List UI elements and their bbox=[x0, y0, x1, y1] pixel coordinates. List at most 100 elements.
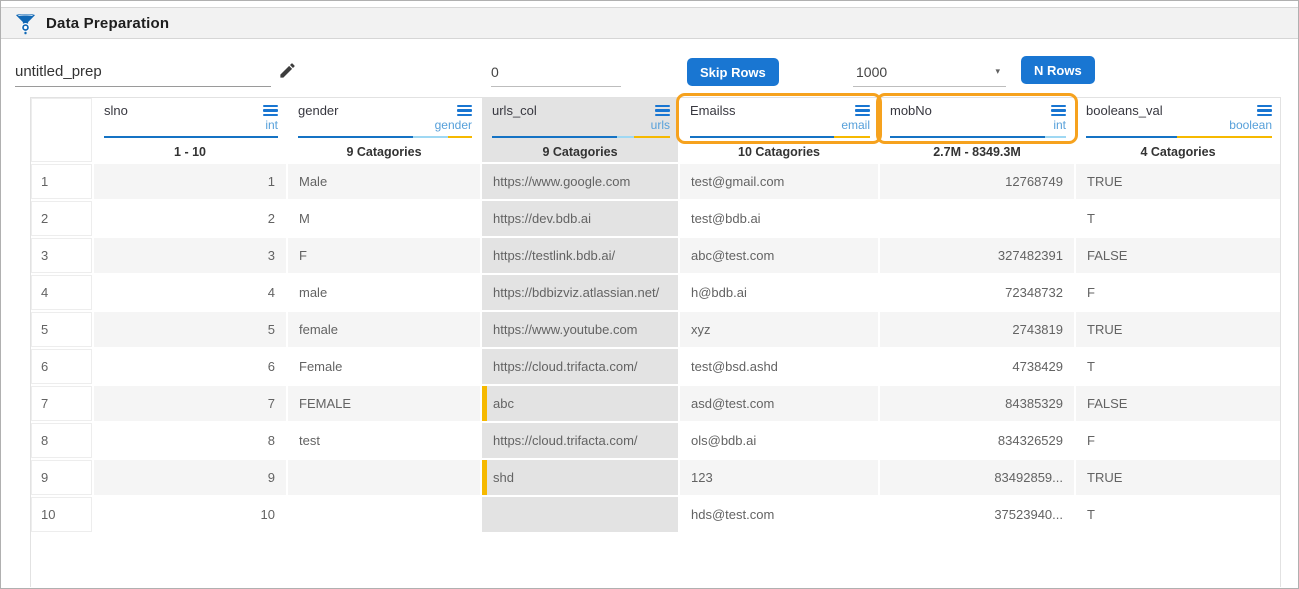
table-cell[interactable]: h@bdb.ai bbox=[680, 275, 878, 312]
hamburger-menu-icon[interactable] bbox=[655, 104, 670, 117]
hamburger-menu-icon[interactable] bbox=[1051, 104, 1066, 117]
table-cell[interactable]: female bbox=[288, 312, 480, 349]
table-cell[interactable]: https://www.google.com bbox=[482, 164, 678, 201]
prep-name-input[interactable] bbox=[15, 57, 271, 87]
column-header-urls_col[interactable]: urls_col urls bbox=[482, 98, 678, 144]
table-cell[interactable]: FALSE bbox=[1076, 238, 1280, 275]
row-index-cell: 1 bbox=[31, 164, 92, 199]
column-quality-bar bbox=[690, 136, 870, 138]
column-header-emailss[interactable]: Emailss email bbox=[680, 98, 878, 144]
table-cell[interactable]: test@bsd.ashd bbox=[680, 349, 878, 386]
table-cell[interactable]: male bbox=[288, 275, 480, 312]
table-cell[interactable]: test bbox=[288, 423, 480, 460]
n-rows-selected-value: 1000 bbox=[856, 63, 888, 80]
table-cell[interactable]: hds@test.com bbox=[680, 497, 878, 534]
table-cell[interactable]: 4 bbox=[94, 275, 286, 312]
table-cell[interactable]: 327482391 bbox=[880, 238, 1074, 275]
table-cell[interactable]: ols@bdb.ai bbox=[680, 423, 878, 460]
table-cell[interactable]: asd@test.com bbox=[680, 386, 878, 423]
hamburger-menu-icon[interactable] bbox=[457, 104, 472, 117]
column-name: booleans_val bbox=[1086, 103, 1163, 118]
table-cell[interactable]: F bbox=[288, 238, 480, 275]
table-cell[interactable]: abc bbox=[482, 386, 678, 423]
column-header-gender[interactable]: gender gender bbox=[288, 98, 480, 144]
table-cell[interactable]: 10 bbox=[94, 497, 286, 534]
table-cell[interactable]: https://dev.bdb.ai bbox=[482, 201, 678, 238]
column-name: gender bbox=[298, 103, 339, 118]
invalid-value-marker bbox=[482, 460, 487, 495]
table-cell[interactable]: 1 bbox=[94, 164, 286, 201]
table-cell[interactable]: 12768749 bbox=[880, 164, 1074, 201]
table-cell[interactable]: F bbox=[1076, 275, 1280, 312]
table-cell[interactable]: https://cloud.trifacta.com/ bbox=[482, 349, 678, 386]
table-cell[interactable]: TRUE bbox=[1076, 312, 1280, 349]
column-quality-bar bbox=[890, 136, 1066, 138]
table-cell[interactable]: FEMALE bbox=[288, 386, 480, 423]
column-type-label: email bbox=[841, 118, 870, 132]
table-cell[interactable]: 4738429 bbox=[880, 349, 1074, 386]
column-header-slno[interactable]: slno int bbox=[94, 98, 286, 144]
column-header-name-row: booleans_val bbox=[1086, 103, 1272, 118]
table-cell[interactable]: T bbox=[1076, 349, 1280, 386]
edit-name-button[interactable] bbox=[273, 56, 301, 84]
column-header-mobno[interactable]: mobNo int bbox=[880, 98, 1074, 144]
table-cell[interactable]: 2743819 bbox=[880, 312, 1074, 349]
table-cell[interactable]: TRUE bbox=[1076, 460, 1280, 497]
table-cell[interactable]: xyz bbox=[680, 312, 878, 349]
table-cell[interactable]: 9 bbox=[94, 460, 286, 497]
row-index-cell: 5 bbox=[31, 312, 92, 347]
table-cell[interactable] bbox=[288, 460, 480, 497]
table-cell[interactable]: https://testlink.bdb.ai/ bbox=[482, 238, 678, 275]
table-cell[interactable]: 72348732 bbox=[880, 275, 1074, 312]
table-cell[interactable]: 37523940... bbox=[880, 497, 1074, 534]
app-titlebar: Data Preparation bbox=[1, 7, 1298, 39]
column-type-label: boolean bbox=[1229, 118, 1272, 132]
column-name: Emailss bbox=[690, 103, 736, 118]
table-cell[interactable]: test@gmail.com bbox=[680, 164, 878, 201]
skip-rows-input[interactable] bbox=[491, 57, 621, 87]
table-cell[interactable]: T bbox=[1076, 201, 1280, 238]
table-cell[interactable]: 123 bbox=[680, 460, 878, 497]
table-cell[interactable]: 84385329 bbox=[880, 386, 1074, 423]
table-cell[interactable]: https://www.youtube.com bbox=[482, 312, 678, 349]
column-name: urls_col bbox=[492, 103, 537, 118]
table-cell[interactable]: abc@test.com bbox=[680, 238, 878, 275]
data-preparation-window: Data Preparation Skip Rows 1000 ▾ N Rows… bbox=[0, 0, 1299, 589]
table-cell[interactable]: 83492859... bbox=[880, 460, 1074, 497]
table-cell[interactable] bbox=[288, 497, 480, 534]
row-index-cell: 9 bbox=[31, 460, 92, 495]
table-cell[interactable] bbox=[880, 201, 1074, 238]
table-cell[interactable]: 834326529 bbox=[880, 423, 1074, 460]
column-header-booleans_val[interactable]: booleans_valboolean bbox=[1076, 98, 1280, 144]
table-cell[interactable]: F bbox=[1076, 423, 1280, 460]
table-cell[interactable]: FALSE bbox=[1076, 386, 1280, 423]
skip-rows-button[interactable]: Skip Rows bbox=[687, 58, 779, 86]
table-cell[interactable]: Male bbox=[288, 164, 480, 201]
table-cell[interactable]: M bbox=[288, 201, 480, 238]
row-index-cell: 7 bbox=[31, 386, 92, 421]
table-cell[interactable]: test@bdb.ai bbox=[680, 201, 878, 238]
column-header-name-row: mobNo bbox=[890, 103, 1066, 118]
hamburger-menu-icon[interactable] bbox=[263, 104, 278, 117]
table-cell[interactable] bbox=[482, 497, 678, 534]
table-cell[interactable]: TRUE bbox=[1076, 164, 1280, 201]
column-summary: 4 Catagories bbox=[1076, 144, 1280, 164]
table-cell[interactable]: https://cloud.trifacta.com/ bbox=[482, 423, 678, 460]
table-cell[interactable]: 6 bbox=[94, 349, 286, 386]
table-cell[interactable]: https://bdbizviz.atlassian.net/ bbox=[482, 275, 678, 312]
column-type-label: gender bbox=[434, 118, 472, 132]
table-cell[interactable]: 5 bbox=[94, 312, 286, 349]
table-cell[interactable]: 8 bbox=[94, 423, 286, 460]
n-rows-button[interactable]: N Rows bbox=[1021, 56, 1095, 84]
table-cell[interactable]: 7 bbox=[94, 386, 286, 423]
hamburger-menu-icon[interactable] bbox=[1257, 104, 1272, 117]
table-cell[interactable]: 2 bbox=[94, 201, 286, 238]
table-cell[interactable]: 3 bbox=[94, 238, 286, 275]
column-quality-bar bbox=[492, 136, 670, 138]
hamburger-menu-icon[interactable] bbox=[855, 104, 870, 117]
n-rows-select[interactable]: 1000 ▾ bbox=[853, 57, 1006, 87]
table-cell[interactable]: Female bbox=[288, 349, 480, 386]
table-cell[interactable]: shd bbox=[482, 460, 678, 497]
table-cell[interactable]: T bbox=[1076, 497, 1280, 534]
column-summary: 10 Catagories bbox=[680, 144, 878, 164]
